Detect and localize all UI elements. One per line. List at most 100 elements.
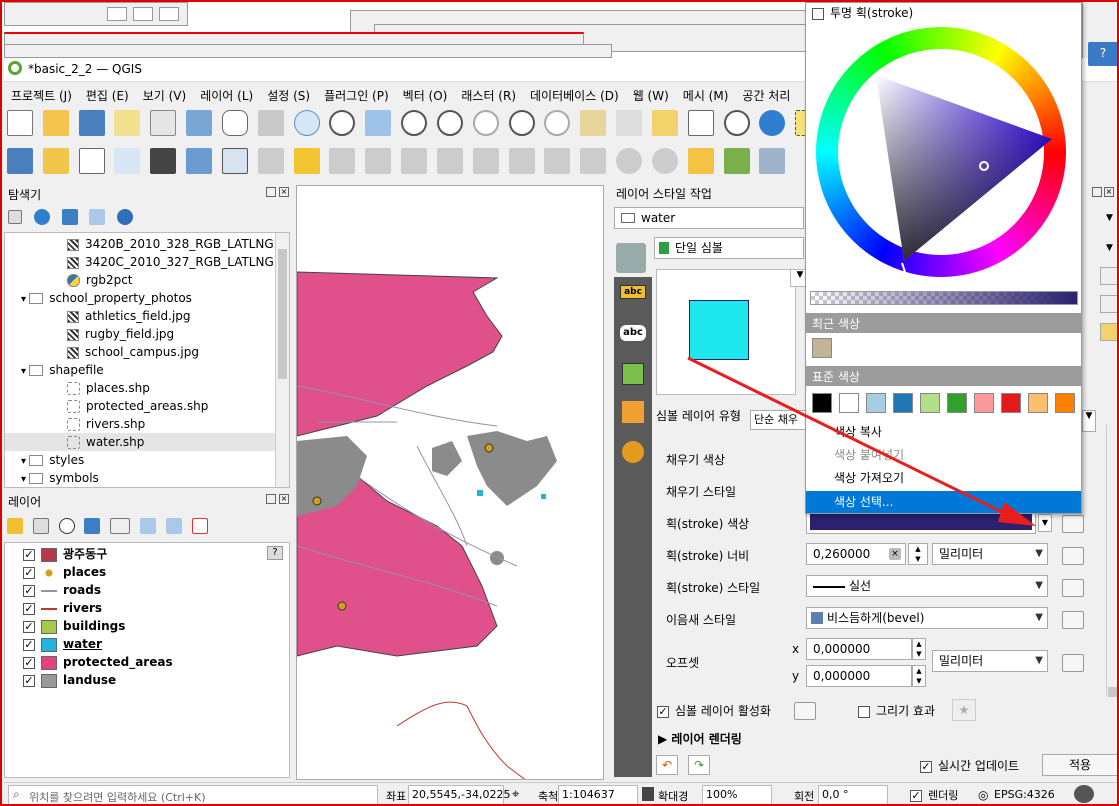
standard-color-swatch[interactable] [947,393,967,413]
scale-combo[interactable]: 1:104637 [558,785,638,804]
layout-manager-icon[interactable] [150,110,177,136]
menu-mesh[interactable]: 메시 (M) [676,84,736,107]
standard-color-swatch[interactable] [1028,393,1048,413]
offset-y-spinner[interactable]: ▲ ▼ [912,665,926,687]
save-edits-icon[interactable] [329,148,356,174]
collapse-all-icon[interactable] [165,518,182,534]
layer-visibility-checkbox[interactable]: ✓ [23,566,35,579]
join-style-combo[interactable]: 비스듬하게(bevel) ▼ [806,607,1048,629]
undo-style-icon[interactable]: ↶ [656,755,678,775]
expression-filter-icon[interactable] [110,518,131,534]
standard-color-swatch[interactable] [893,393,913,413]
masks-tab-icon[interactable]: abc [620,325,646,341]
effects-star-icon[interactable]: ★ [952,699,976,721]
redo-style-icon[interactable]: ↷ [688,755,710,775]
browser-item[interactable]: rugby_field.jpg [5,325,289,343]
clear-icon[interactable]: × [889,548,901,560]
open-project-icon[interactable] [42,110,69,136]
data-defined-override-icon[interactable] [1062,579,1084,597]
menu-edit[interactable]: 편집 (E) [79,84,136,107]
layer-visibility-checkbox[interactable]: ✓ [23,638,35,651]
expand-arrow-icon[interactable]: ▾ [21,366,29,377]
recent-color-swatch[interactable] [812,338,832,358]
offset-y-input[interactable]: 0,000000 [806,665,912,687]
diagram-toolbar-icon[interactable] [723,148,750,174]
data-defined-override-icon[interactable] [1062,515,1084,533]
menu-processing[interactable]: 공간 처리 [735,84,797,107]
add-selected-layers-icon[interactable] [8,210,22,224]
zoom-layer-icon[interactable] [436,110,463,136]
lock-layer-icon[interactable] [1100,323,1117,341]
locator-search-input[interactable]: ⌕ 위치를 찾으려면 입력하세요 (Ctrl+K) [8,785,378,804]
paste-color-item[interactable]: 색상 붙여넣기 [806,444,1081,466]
browser-item[interactable]: 3420B_2010_328_RGB_LATLNG.tif [5,235,289,253]
zoom-in-icon[interactable] [293,110,320,136]
cut-features-icon[interactable] [508,148,535,174]
label-pin-icon[interactable] [759,148,786,174]
new-shapefile-icon[interactable] [78,148,105,174]
layer-item[interactable]: ✓ roads [23,581,289,599]
zoom-next-icon[interactable] [544,110,571,136]
undo-icon[interactable] [616,148,643,174]
data-defined-override-icon[interactable] [1062,611,1084,629]
magnifier-input[interactable]: 100% [702,785,772,804]
menu-view[interactable]: 보기 (V) [136,84,193,107]
stroke-style-combo[interactable]: 실선 ▼ [806,575,1048,597]
layer-visibility-checkbox[interactable]: ✓ [23,602,35,615]
stroke-width-spinner[interactable]: ▲ ▼ [908,543,928,565]
zoom-out-icon[interactable] [329,110,356,136]
remove-layer-icon[interactable] [191,518,208,534]
filter-legend-icon[interactable] [84,518,101,534]
zoom-full-icon[interactable] [365,110,392,136]
digitize-icon[interactable] [114,148,141,174]
expand-all-icon[interactable] [140,518,157,534]
data-defined-override-icon[interactable] [794,702,816,720]
messages-icon[interactable] [1074,785,1094,803]
layer-select-combo[interactable]: water [614,207,804,229]
menu-plugins[interactable]: 플러그인 (P) [317,84,396,107]
toggle-editing-icon[interactable] [293,148,320,174]
opacity-slider[interactable] [810,291,1078,305]
bookmark-show-icon[interactable] [687,110,714,136]
layer-visibility-checkbox[interactable]: ✓ [23,548,35,561]
browser-item[interactable]: ▾ symbols [5,469,289,487]
collapse-all-icon[interactable] [89,209,106,225]
symbology-paint-icon[interactable] [616,243,646,273]
stroke-width-unit-combo[interactable]: 밀리미터 ▼ [932,543,1048,565]
help-icon[interactable]: ? [1088,42,1117,66]
refresh-browser-icon[interactable] [33,209,50,225]
history-tab-icon[interactable] [622,441,644,463]
standard-color-swatch[interactable] [812,393,832,413]
close-panel-icon[interactable]: × [279,494,289,504]
menu-settings[interactable]: 설정 (S) [260,84,317,107]
browser-item[interactable]: 3420C_2010_327_RGB_LATLNG.tif [5,253,289,271]
properties-scrollbar[interactable] [1106,425,1117,697]
background-window-5[interactable] [4,44,612,58]
scrollbar-thumb[interactable] [278,249,287,379]
new-virtual-layer-icon[interactable] [186,148,213,174]
pan-hand-icon[interactable] [221,110,248,136]
standard-color-swatch[interactable] [866,393,886,413]
browser-item[interactable]: protected_areas.shp [5,397,289,415]
layer-item[interactable]: ✓ landuse [23,671,289,689]
menu-layer[interactable]: 레이어 (L) [193,84,260,107]
standard-color-swatch[interactable] [974,393,994,413]
pan-to-selection-icon[interactable] [257,110,284,136]
browser-item[interactable]: ▾ styles [5,451,289,469]
choose-color-item[interactable]: 색상 선택... [806,491,1081,513]
layer-item[interactable]: ✓ places [23,563,289,581]
new-project-icon[interactable] [7,110,33,136]
enable-layer-checkbox[interactable]: ✓ [657,705,669,718]
copy-color-item[interactable]: 색상 복사 [806,421,1081,443]
menu-raster[interactable]: 래스터 (R) [454,84,523,107]
browser-item[interactable]: athletics_field.jpg [5,307,289,325]
layer-visibility-checkbox[interactable]: ✓ [23,674,35,687]
float-panel-icon[interactable] [266,187,276,197]
expand-arrow-icon[interactable]: ▾ [21,294,29,305]
float-panel-icon[interactable] [266,494,276,504]
refresh-icon[interactable] [759,110,786,136]
menu-vector[interactable]: 벡터 (O) [396,84,455,107]
label-toolbar-icon[interactable] [687,148,714,174]
redo-icon[interactable] [651,148,678,174]
browser-item[interactable]: rivers.shp [5,415,289,433]
